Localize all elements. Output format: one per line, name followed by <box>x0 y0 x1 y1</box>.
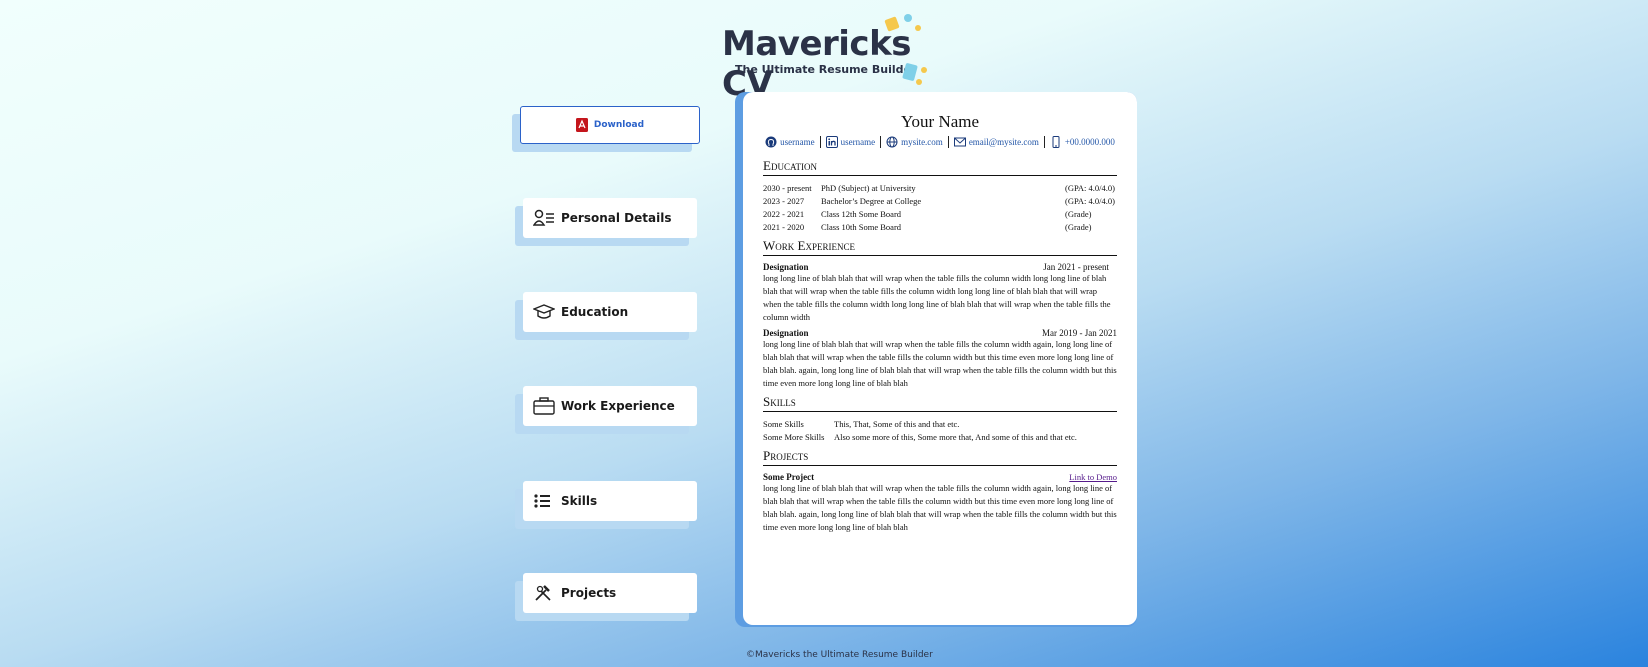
footer-copyright: ©Mavericks the Ultimate Resume Builder <box>746 650 933 660</box>
skill-value: Also some more of this, Some more that, … <box>834 432 1077 442</box>
education-dates: 2023 - 2027 <box>763 196 805 206</box>
section-title-projects: Projects <box>763 448 1117 466</box>
section-title-skills: Skills <box>763 394 1117 412</box>
skill-key: Some More Skills <box>763 432 825 442</box>
education-grade: (GPA: 4.0/4.0) <box>1065 183 1115 193</box>
download-label: Download <box>593 120 645 130</box>
nav-education[interactable]: Education <box>523 292 697 332</box>
graduation-cap-icon <box>533 304 555 319</box>
download-button[interactable]: Download <box>520 106 700 144</box>
resume-preview: Your Name username username mysite.com e… <box>743 92 1137 625</box>
project-header: Some Project Link to Demo <box>763 472 1117 482</box>
job-dates: Jan 2021 - present <box>1043 262 1109 272</box>
skill-key: Some Skills <box>763 419 804 429</box>
skill-value: This, That, Some of this and that etc. <box>834 419 960 429</box>
contact-phone-text: +00.0000.000 <box>1064 137 1115 147</box>
education-row: 2030 - present PhD (Subject) at Universit… <box>763 182 1117 195</box>
job-header: Designation Mar 2019 - Jan 2021 <box>763 328 1117 338</box>
phone-icon <box>1052 136 1060 148</box>
nav-projects-label: Projects <box>561 586 617 600</box>
job-description: long long line of blah blah that will wr… <box>763 273 1111 322</box>
contact-website[interactable]: mysite.com <box>881 136 949 148</box>
job-description: long long line of blah blah that will wr… <box>763 339 1117 388</box>
nav-skills-label: Skills <box>561 494 598 508</box>
education-title: Class 12th Some Board <box>821 209 902 219</box>
nav-personal-details-label: Personal Details <box>561 211 672 225</box>
project-description: long long line of blah blah that will wr… <box>763 483 1117 532</box>
education-title: Bachelor’s Degree at College <box>821 196 922 206</box>
contact-linkedin[interactable]: username <box>821 136 882 148</box>
job-designation: Designation <box>763 328 809 338</box>
section-title-work: Work Experience <box>763 238 1117 256</box>
education-title: Class 10th Some Board <box>821 222 902 232</box>
education-dates: 2022 - 2021 <box>763 209 805 219</box>
education-grade: (Grade) <box>1065 222 1092 232</box>
contact-phone[interactable]: +00.0000.000 <box>1045 136 1120 148</box>
project-demo-link[interactable]: Link to Demo <box>1069 472 1117 482</box>
resume-name: Your Name <box>900 112 980 131</box>
section-title-education: Education <box>763 158 1117 176</box>
project-name: Some Project <box>763 472 815 482</box>
education-dates: 2021 - 2020 <box>763 222 805 232</box>
education-row: 2023 - 2027 Bachelor’s Degree at College (… <box>763 195 1117 208</box>
job-dates: Mar 2019 - Jan 2021 <box>1042 328 1117 338</box>
education-row: 2022 - 2021 Class 12th Some Board (Grade) <box>763 208 1117 221</box>
education-grade: (GPA: 4.0/4.0) <box>1065 196 1115 206</box>
job-header: Designation Jan 2021 - present <box>763 262 1117 272</box>
linkedin-icon <box>825 136 838 148</box>
contact-github-text: username <box>780 137 815 147</box>
contact-email-text: email@mysite.com <box>968 137 1039 147</box>
contact-website-text: mysite.com <box>901 137 943 147</box>
nav-projects[interactable]: Projects <box>523 573 697 613</box>
person-card-icon <box>533 209 554 226</box>
education-title: PhD (Subject) at University <box>821 183 916 193</box>
education-dates: 2030 - present <box>763 183 812 193</box>
app-logo: Mavericks CV The Ultimate Resume Builder <box>722 12 942 104</box>
education-grade: (Grade) <box>1065 209 1092 219</box>
nav-education-label: Education <box>561 305 629 319</box>
contact-github[interactable]: username <box>760 136 821 148</box>
pdf-icon <box>575 118 588 132</box>
nav-work-experience-label: Work Experience <box>561 399 675 413</box>
envelope-icon <box>953 137 966 147</box>
globe-icon <box>886 136 898 148</box>
contact-linkedin-text: username <box>840 137 876 147</box>
nav-skills[interactable]: Skills <box>523 481 697 521</box>
skill-row: Some More Skills Also some more of this, … <box>763 431 1117 444</box>
logo-decoration-icon <box>884 14 927 85</box>
job-designation: Designation <box>763 262 809 272</box>
tools-icon <box>535 585 551 601</box>
nav-work-experience[interactable]: Work Experience <box>523 386 697 426</box>
briefcase-icon <box>533 397 555 415</box>
nav-personal-details[interactable]: Personal Details <box>523 198 697 238</box>
github-icon <box>765 136 777 148</box>
skill-row: Some Skills This, That, Some of this and … <box>763 418 1117 431</box>
education-row: 2021 - 2020 Class 10th Some Board (Grade) <box>763 221 1117 234</box>
contact-bar: username username mysite.com email@mysit… <box>763 136 1117 148</box>
education-list: 2030 - present PhD (Subject) at Universit… <box>763 182 1117 234</box>
contact-email[interactable]: email@mysite.com <box>949 136 1045 148</box>
list-icon <box>534 494 550 508</box>
